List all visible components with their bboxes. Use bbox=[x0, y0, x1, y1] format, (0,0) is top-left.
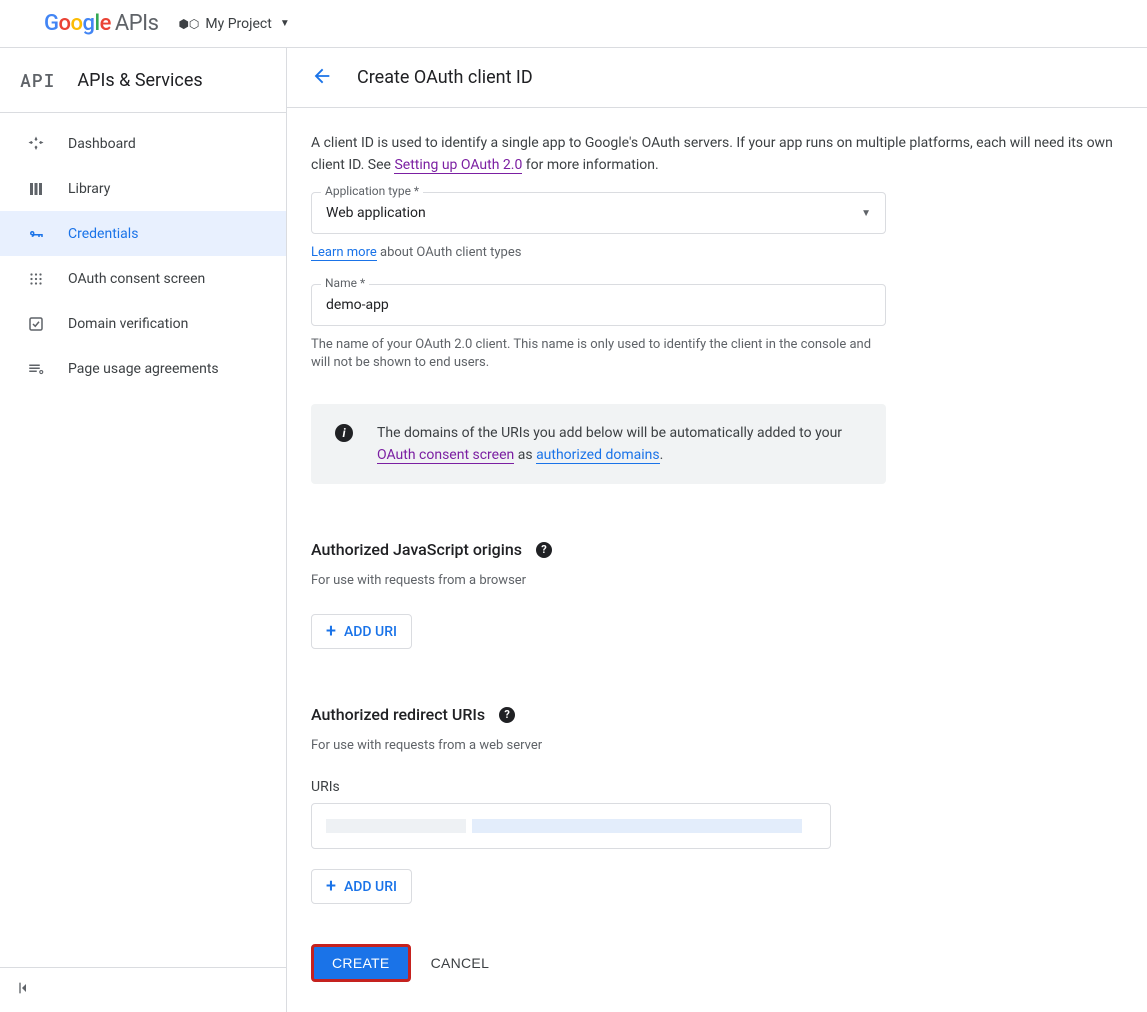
name-label: Name * bbox=[321, 276, 369, 290]
add-uri-button[interactable]: + ADD URI bbox=[311, 869, 412, 904]
sidebar-item-domain-verification[interactable]: Domain verification bbox=[0, 301, 286, 346]
cancel-button[interactable]: CANCEL bbox=[431, 955, 490, 971]
create-button[interactable]: CREATE bbox=[311, 944, 411, 982]
collapse-sidebar-button[interactable] bbox=[0, 967, 286, 1012]
sidebar-item-credentials[interactable]: Credentials bbox=[0, 211, 286, 256]
agreements-icon bbox=[26, 359, 46, 379]
logo-suffix: APIs bbox=[115, 11, 159, 36]
plus-icon: + bbox=[326, 876, 336, 897]
redirect-uris-title: Authorized redirect URIs ? bbox=[311, 705, 1123, 724]
name-input-wrapper bbox=[311, 284, 886, 326]
project-icon: ⬢⬡ bbox=[178, 17, 199, 31]
main-content: Create OAuth client ID A client ID is us… bbox=[287, 48, 1147, 1012]
redacted-content bbox=[326, 819, 466, 833]
chevron-down-icon: ▼ bbox=[280, 18, 290, 29]
verify-icon bbox=[26, 314, 46, 334]
api-badge: API bbox=[20, 68, 55, 92]
sidebar-item-label: Page usage agreements bbox=[68, 361, 219, 377]
application-type-field: Application type * Web application ▼ bbox=[311, 192, 886, 234]
sidebar-nav: Dashboard Library Credentials OAuth cons… bbox=[0, 113, 286, 967]
app-type-value: Web application bbox=[326, 205, 426, 221]
app-type-helper: Learn more about OAuth client types bbox=[311, 244, 886, 262]
redirect-uris-section: Authorized redirect URIs ? For use with … bbox=[311, 705, 1123, 904]
application-type-select[interactable]: Web application ▼ bbox=[311, 192, 886, 234]
help-icon[interactable]: ? bbox=[499, 707, 515, 723]
sidebar-item-label: Dashboard bbox=[68, 136, 136, 152]
info-icon: i bbox=[335, 424, 353, 442]
dashboard-icon bbox=[26, 134, 46, 154]
sidebar-title: APIs & Services bbox=[77, 70, 202, 91]
info-text: The domains of the URIs you add below wi… bbox=[377, 422, 862, 466]
top-bar: Google APIs ⬢⬡ My Project ▼ bbox=[0, 0, 1147, 48]
chevron-down-icon: ▼ bbox=[861, 208, 871, 219]
js-origins-desc: For use with requests from a browser bbox=[311, 573, 1123, 588]
sidebar: API APIs & Services Dashboard Library Cr… bbox=[0, 48, 287, 1012]
sidebar-item-dashboard[interactable]: Dashboard bbox=[0, 121, 286, 166]
sidebar-item-oauth-consent[interactable]: OAuth consent screen bbox=[0, 256, 286, 301]
sidebar-item-label: Domain verification bbox=[68, 316, 188, 332]
sidebar-item-label: OAuth consent screen bbox=[68, 271, 205, 287]
setup-oauth-link[interactable]: Setting up OAuth 2.0 bbox=[394, 157, 522, 174]
form-actions: CREATE CANCEL bbox=[311, 944, 1123, 982]
add-uri-button[interactable]: + ADD URI bbox=[311, 614, 412, 649]
redacted-content bbox=[472, 819, 802, 833]
sidebar-item-library[interactable]: Library bbox=[0, 166, 286, 211]
info-banner: i The domains of the URIs you add below … bbox=[311, 404, 886, 484]
plus-icon: + bbox=[326, 621, 336, 642]
sidebar-item-label: Credentials bbox=[68, 226, 138, 242]
app-type-label: Application type * bbox=[321, 184, 423, 198]
consent-icon bbox=[26, 269, 46, 289]
menu-icon[interactable] bbox=[12, 12, 36, 36]
main-header: Create OAuth client ID bbox=[287, 48, 1147, 108]
sidebar-item-page-usage[interactable]: Page usage agreements bbox=[0, 346, 286, 391]
name-helper: The name of your OAuth 2.0 client. This … bbox=[311, 336, 886, 372]
name-field: Name * bbox=[311, 284, 886, 326]
learn-more-link[interactable]: Learn more bbox=[311, 245, 377, 261]
uri-input[interactable] bbox=[311, 803, 831, 849]
js-origins-title: Authorized JavaScript origins ? bbox=[311, 540, 1123, 559]
back-arrow-icon[interactable] bbox=[311, 65, 333, 91]
intro-text: A client ID is used to identify a single… bbox=[311, 132, 1123, 176]
authorized-domains-link[interactable]: authorized domains bbox=[536, 447, 660, 464]
sidebar-header: API APIs & Services bbox=[0, 48, 286, 113]
project-selector[interactable]: ⬢⬡ My Project ▼ bbox=[178, 16, 289, 32]
library-icon bbox=[26, 179, 46, 199]
help-icon[interactable]: ? bbox=[536, 542, 552, 558]
redirect-uris-desc: For use with requests from a web server bbox=[311, 738, 1123, 753]
name-input[interactable] bbox=[326, 297, 871, 313]
key-icon bbox=[26, 224, 46, 244]
oauth-consent-link[interactable]: OAuth consent screen bbox=[377, 447, 514, 464]
project-name: My Project bbox=[205, 16, 271, 32]
google-apis-logo[interactable]: Google APIs bbox=[44, 11, 158, 36]
sidebar-item-label: Library bbox=[68, 181, 110, 197]
uris-label: URIs bbox=[311, 779, 1123, 795]
page-title: Create OAuth client ID bbox=[357, 67, 533, 88]
js-origins-section: Authorized JavaScript origins ? For use … bbox=[311, 540, 1123, 649]
